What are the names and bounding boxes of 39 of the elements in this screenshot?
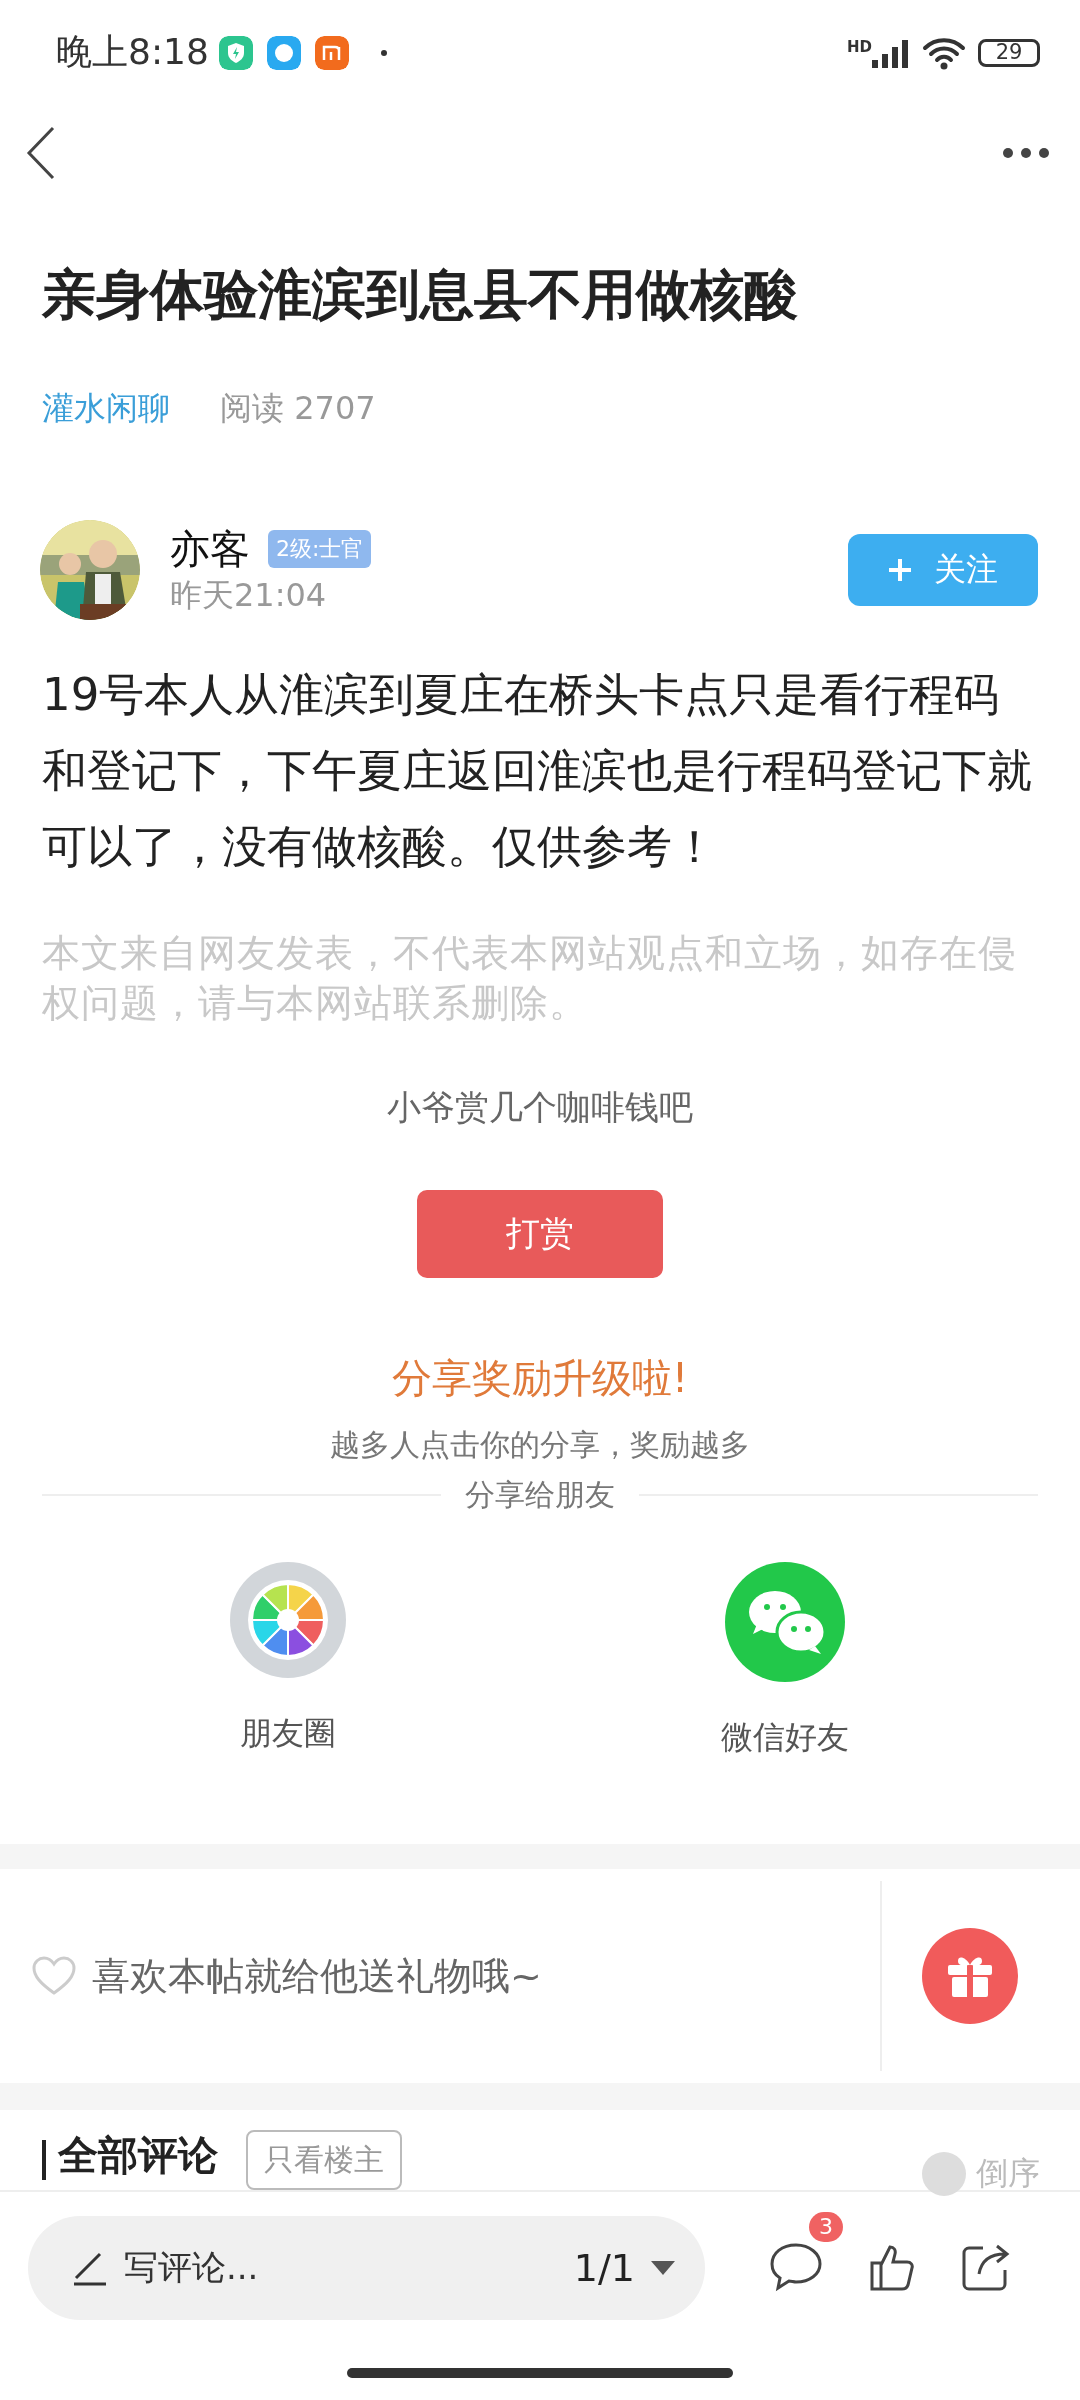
plus-icon	[888, 558, 912, 582]
battery-indicator: 29	[978, 38, 1040, 67]
gift-prompt: 喜欢本帖就给他送礼物哦~	[92, 1952, 542, 2000]
more-icon[interactable]	[1002, 146, 1050, 159]
chat-bubbles-icon	[725, 1562, 845, 1682]
network-label: HD	[847, 38, 872, 56]
share-headline: 分享奖励升级啦!	[391, 1354, 688, 1403]
category-link[interactable]: 灌水闲聊	[42, 388, 170, 428]
pencil-icon	[72, 2250, 108, 2286]
speech-bubble-icon	[769, 2241, 823, 2292]
back-icon[interactable]	[26, 125, 56, 180]
status-time: 晚上8:18	[56, 30, 209, 74]
tip-prompt: 小爷赏几个咖啡钱吧	[387, 1086, 693, 1129]
tip-button[interactable]: 打赏	[417, 1190, 663, 1278]
signal-icon	[872, 37, 908, 68]
app-icon	[314, 35, 349, 70]
dropdown-icon[interactable]	[651, 2261, 675, 2275]
share-divider-label: 分享给朋友	[465, 1476, 615, 1514]
share-subline: 越多人点击你的分享，奖励越多	[330, 1426, 750, 1464]
wifi-icon	[922, 35, 966, 70]
comments-title: 全部评论	[58, 2131, 218, 2180]
notification-dot	[380, 49, 387, 56]
shield-app-icon	[218, 35, 253, 70]
camera-aperture-icon	[230, 1562, 346, 1678]
rank-badge: 2级:士官	[268, 530, 372, 568]
post-title: 亲身体验淮滨到息县不用做核酸	[42, 262, 799, 328]
read-count: 阅读 2707	[220, 388, 376, 428]
author-name: 亦客	[170, 525, 250, 573]
chat-app-icon	[266, 35, 301, 70]
comment-field[interactable]: 写评论... 1/1	[28, 2216, 705, 2320]
sort-toggle[interactable]: 倒序	[976, 2152, 1040, 2196]
post-body: 19号本人从淮滨到夏庄在桥头卡点只是看行程码和登记下，下午夏庄返回淮滨也是行程码登记下就可以了，没有做核酸。仅供参考！	[42, 667, 1033, 875]
comment-count-badge: 3	[809, 2211, 843, 2242]
follow-button[interactable]: 关注	[848, 534, 1038, 606]
share-target[interactable]: 微信好友	[635, 1562, 935, 1759]
post-time: 昨天21:04	[170, 575, 328, 615]
author-only-filter[interactable]: 只看楼主	[246, 2130, 402, 2190]
page-indicator[interactable]: 1/1	[573, 2246, 635, 2290]
share-target[interactable]: 朋友圈	[138, 1562, 438, 1759]
